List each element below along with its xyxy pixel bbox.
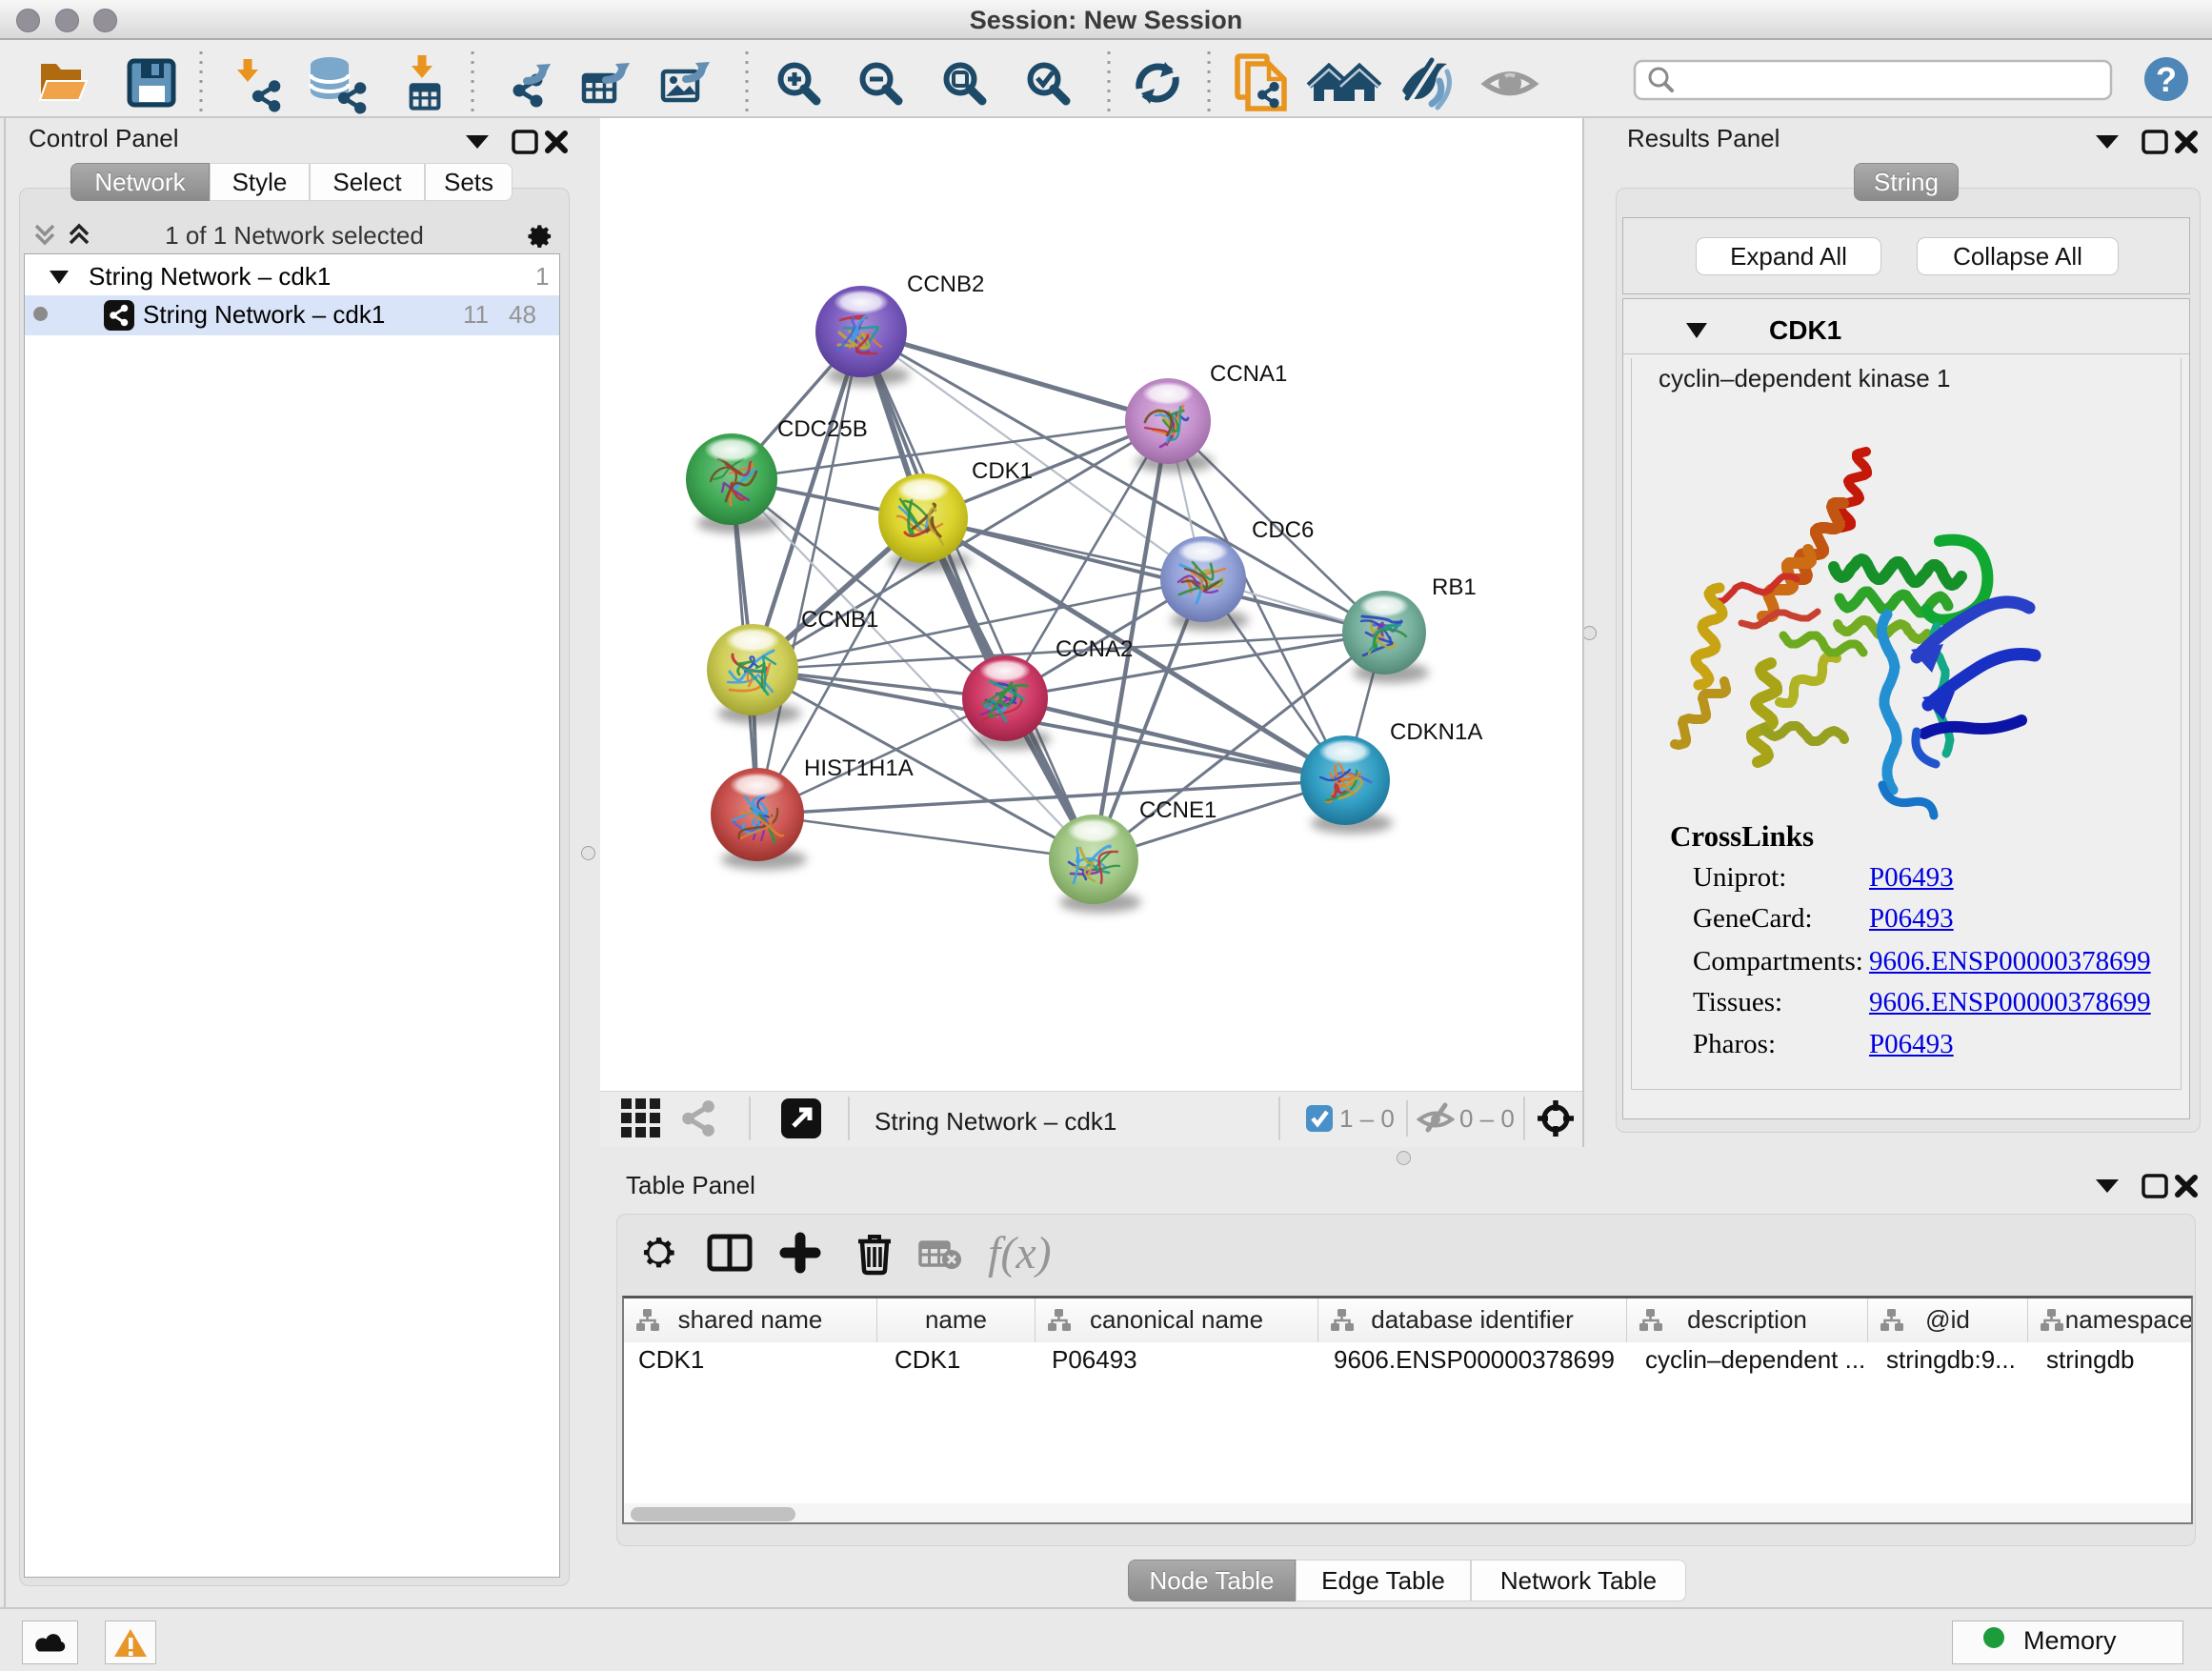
- svg-text:0 – 0: 0 – 0: [1459, 1104, 1515, 1133]
- svg-text:CDKN1A: CDKN1A: [1390, 719, 1482, 745]
- svg-text:CCNA2: CCNA2: [1056, 636, 1133, 662]
- svg-text:CCNB1: CCNB1: [801, 607, 878, 633]
- svg-text:f(x): f(x): [988, 1228, 1052, 1278]
- svg-text:CCNE1: CCNE1: [1139, 797, 1217, 823]
- svg-text:HIST1H1A: HIST1H1A: [804, 755, 914, 781]
- svg-text:1 – 0: 1 – 0: [1339, 1104, 1395, 1133]
- svg-text:?: ?: [2156, 60, 2177, 99]
- svg-text:CDC25B: CDC25B: [777, 416, 868, 442]
- svg-text:CDK1: CDK1: [972, 458, 1033, 484]
- svg-text:CDC6: CDC6: [1252, 517, 1314, 543]
- svg-text:CCNA1: CCNA1: [1210, 361, 1287, 387]
- svg-text:CCNB2: CCNB2: [907, 272, 984, 297]
- svg-text:RB1: RB1: [1432, 574, 1477, 600]
